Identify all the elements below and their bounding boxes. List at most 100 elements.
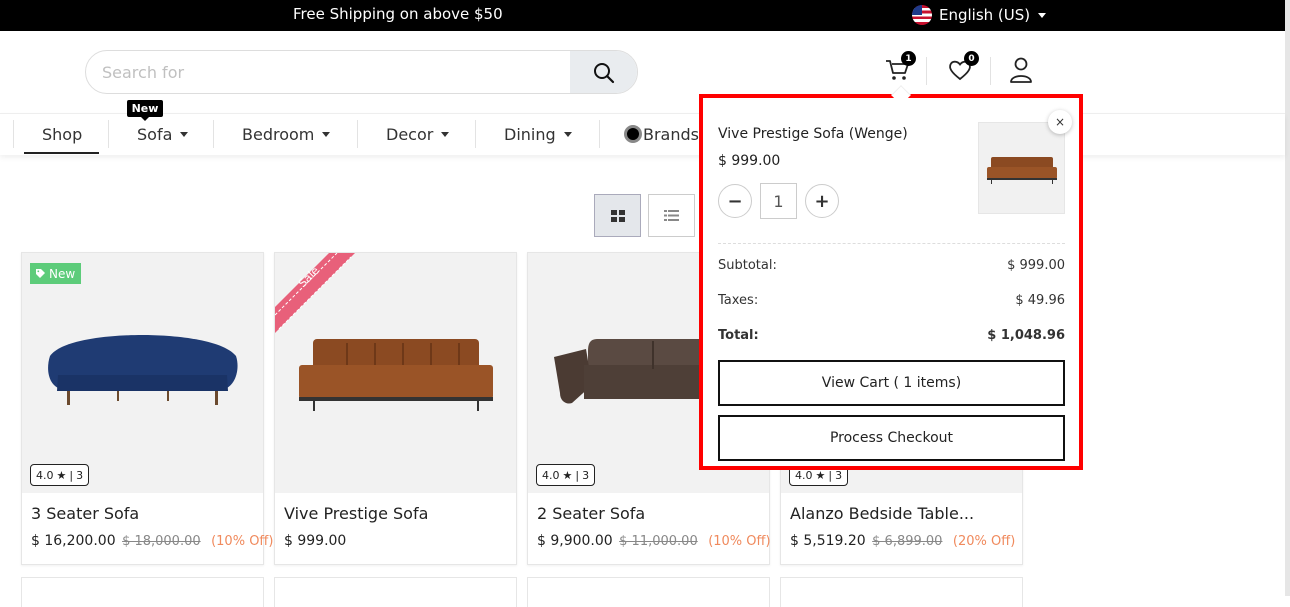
process-checkout-button[interactable]: Process Checkout [718,415,1065,461]
rating-value: 4.0 [795,468,813,482]
top-announcement-bar: Free Shipping on above $50 English (US) [0,0,1285,31]
nav-divider [475,120,476,148]
product-card[interactable] [274,577,517,607]
view-cart-button[interactable]: View Cart ( 1 items) [718,360,1065,406]
nav-item-decor[interactable]: Decor [386,114,450,154]
nav-item-label: Shop [42,124,83,144]
subtotal-value: $ 999.00 [1007,258,1065,273]
wishlist-button[interactable]: 0 [943,51,979,87]
rating-separator: | [575,468,580,482]
header-divider [926,57,927,85]
total-value: $ 1,048.96 [987,328,1065,343]
list-view-button[interactable] [648,194,695,237]
header-divider [990,57,991,85]
product-card[interactable] [527,577,770,607]
product-card[interactable]: Sale Vive Prestige Sofa $ 999.00 [274,252,517,565]
subtotal-label: Subtotal: [718,258,777,273]
new-badge: New [30,263,82,284]
cart-button[interactable]: 1 [880,51,916,87]
taxes-row: Taxes: $ 49.96 [718,293,1065,308]
nav-item-label: Brands [643,124,699,144]
search-icon [593,63,614,84]
blue-sofa-image [48,335,238,405]
nav-item-label: Dining [504,124,556,144]
product-image[interactable]: New 4.0 ★ | 3 [22,253,263,493]
product-price-row: $ 16,200.00 $ 18,000.00 (10% Off) [31,533,273,549]
product-discount: (10% Off) [708,534,771,549]
main-navigation: Shop Sofa Bedroom Decor Dining Brands [0,113,1285,155]
product-card[interactable] [780,577,1023,607]
rating-badge: 4.0 ★ | 3 [536,464,596,486]
product-old-price: $ 11,000.00 [619,534,698,549]
language-selector[interactable]: English (US) [912,5,1047,25]
review-count: 3 [76,468,84,482]
nav-item-label: Decor [386,124,434,144]
minus-icon: − [727,190,743,212]
rating-separator: | [69,468,74,482]
product-price: $ 16,200.00 [31,533,116,549]
product-discount: (20% Off) [952,534,1016,549]
nav-item-label: Sofa [137,124,173,144]
nav-item-shop[interactable]: Shop [42,114,82,154]
product-price-row: $ 999.00 [284,533,346,549]
increase-quantity-button[interactable]: + [805,184,839,218]
nav-divider [599,120,600,148]
rating-badge: 4.0 ★ | 3 [30,464,90,486]
taxes-value: $ 49.96 [1015,293,1065,308]
review-count: 3 [582,468,590,482]
language-label: English (US) [939,6,1031,24]
page-scrollbar[interactable] [1285,0,1290,596]
cart-item-thumbnail[interactable] [978,122,1065,214]
nav-divider [108,120,109,148]
user-icon [1010,57,1032,83]
search-bar [85,50,638,94]
nav-divider [357,120,358,148]
review-count: 3 [835,468,843,482]
remove-item-button[interactable]: × [1048,110,1072,134]
product-card[interactable] [21,577,264,607]
popup-arrow [891,85,911,105]
sale-ribbon: Sale [275,253,355,333]
free-shipping-text: Free Shipping on above $50 [293,5,503,23]
product-title[interactable]: Vive Prestige Sofa [284,504,428,523]
product-price: $ 9,900.00 [537,533,613,549]
cart-divider [718,243,1065,244]
total-label: Total: [718,328,759,343]
nav-item-bedroom[interactable]: Bedroom [242,114,331,154]
product-price: $ 5,519.20 [790,533,866,549]
plus-icon: + [814,190,830,212]
rating-value: 4.0 [542,468,560,482]
product-price: $ 999.00 [284,533,347,549]
chevron-down-icon [322,131,331,137]
brands-icon [624,125,642,143]
decrease-quantity-button[interactable]: − [718,184,752,218]
sofa-thumbnail-image [987,157,1057,184]
chevron-down-icon [180,131,189,137]
product-image[interactable]: Sale [275,253,516,493]
product-title[interactable]: Alanzo Bedside Table... [790,504,974,523]
grid-view-button[interactable] [594,194,641,237]
total-row: Total: $ 1,048.96 [718,328,1065,343]
star-icon: ★ [562,468,573,482]
search-button[interactable] [570,51,637,93]
wishlist-count-badge: 0 [964,51,979,66]
subtotal-row: Subtotal: $ 999.00 [718,258,1065,273]
cart-item-name[interactable]: Vive Prestige Sofa (Wenge) [718,126,908,142]
nav-divider [213,120,214,148]
new-tag-badge: New [127,100,163,121]
us-flag-icon [912,5,932,25]
nav-item-brands[interactable]: Brands [624,114,699,154]
product-title[interactable]: 2 Seater Sofa [537,504,645,523]
quantity-input[interactable]: 1 [760,183,797,219]
product-price-row: $ 5,519.20 $ 6,899.00 (20% Off) [790,533,1015,549]
product-price-row: $ 9,900.00 $ 11,000.00 (10% Off) [537,533,771,549]
account-button[interactable] [1004,53,1038,87]
nav-item-dining[interactable]: Dining [504,114,572,154]
chevron-down-icon [441,131,450,137]
product-discount: (10% Off) [211,534,274,549]
product-title[interactable]: 3 Seater Sofa [31,504,139,523]
search-input[interactable] [102,61,562,83]
close-icon: × [1054,115,1066,129]
cart-count-badge: 1 [901,51,916,66]
product-card[interactable]: New 4.0 ★ | 3 3 Seater Sofa $ 16,200.00 … [21,252,273,565]
